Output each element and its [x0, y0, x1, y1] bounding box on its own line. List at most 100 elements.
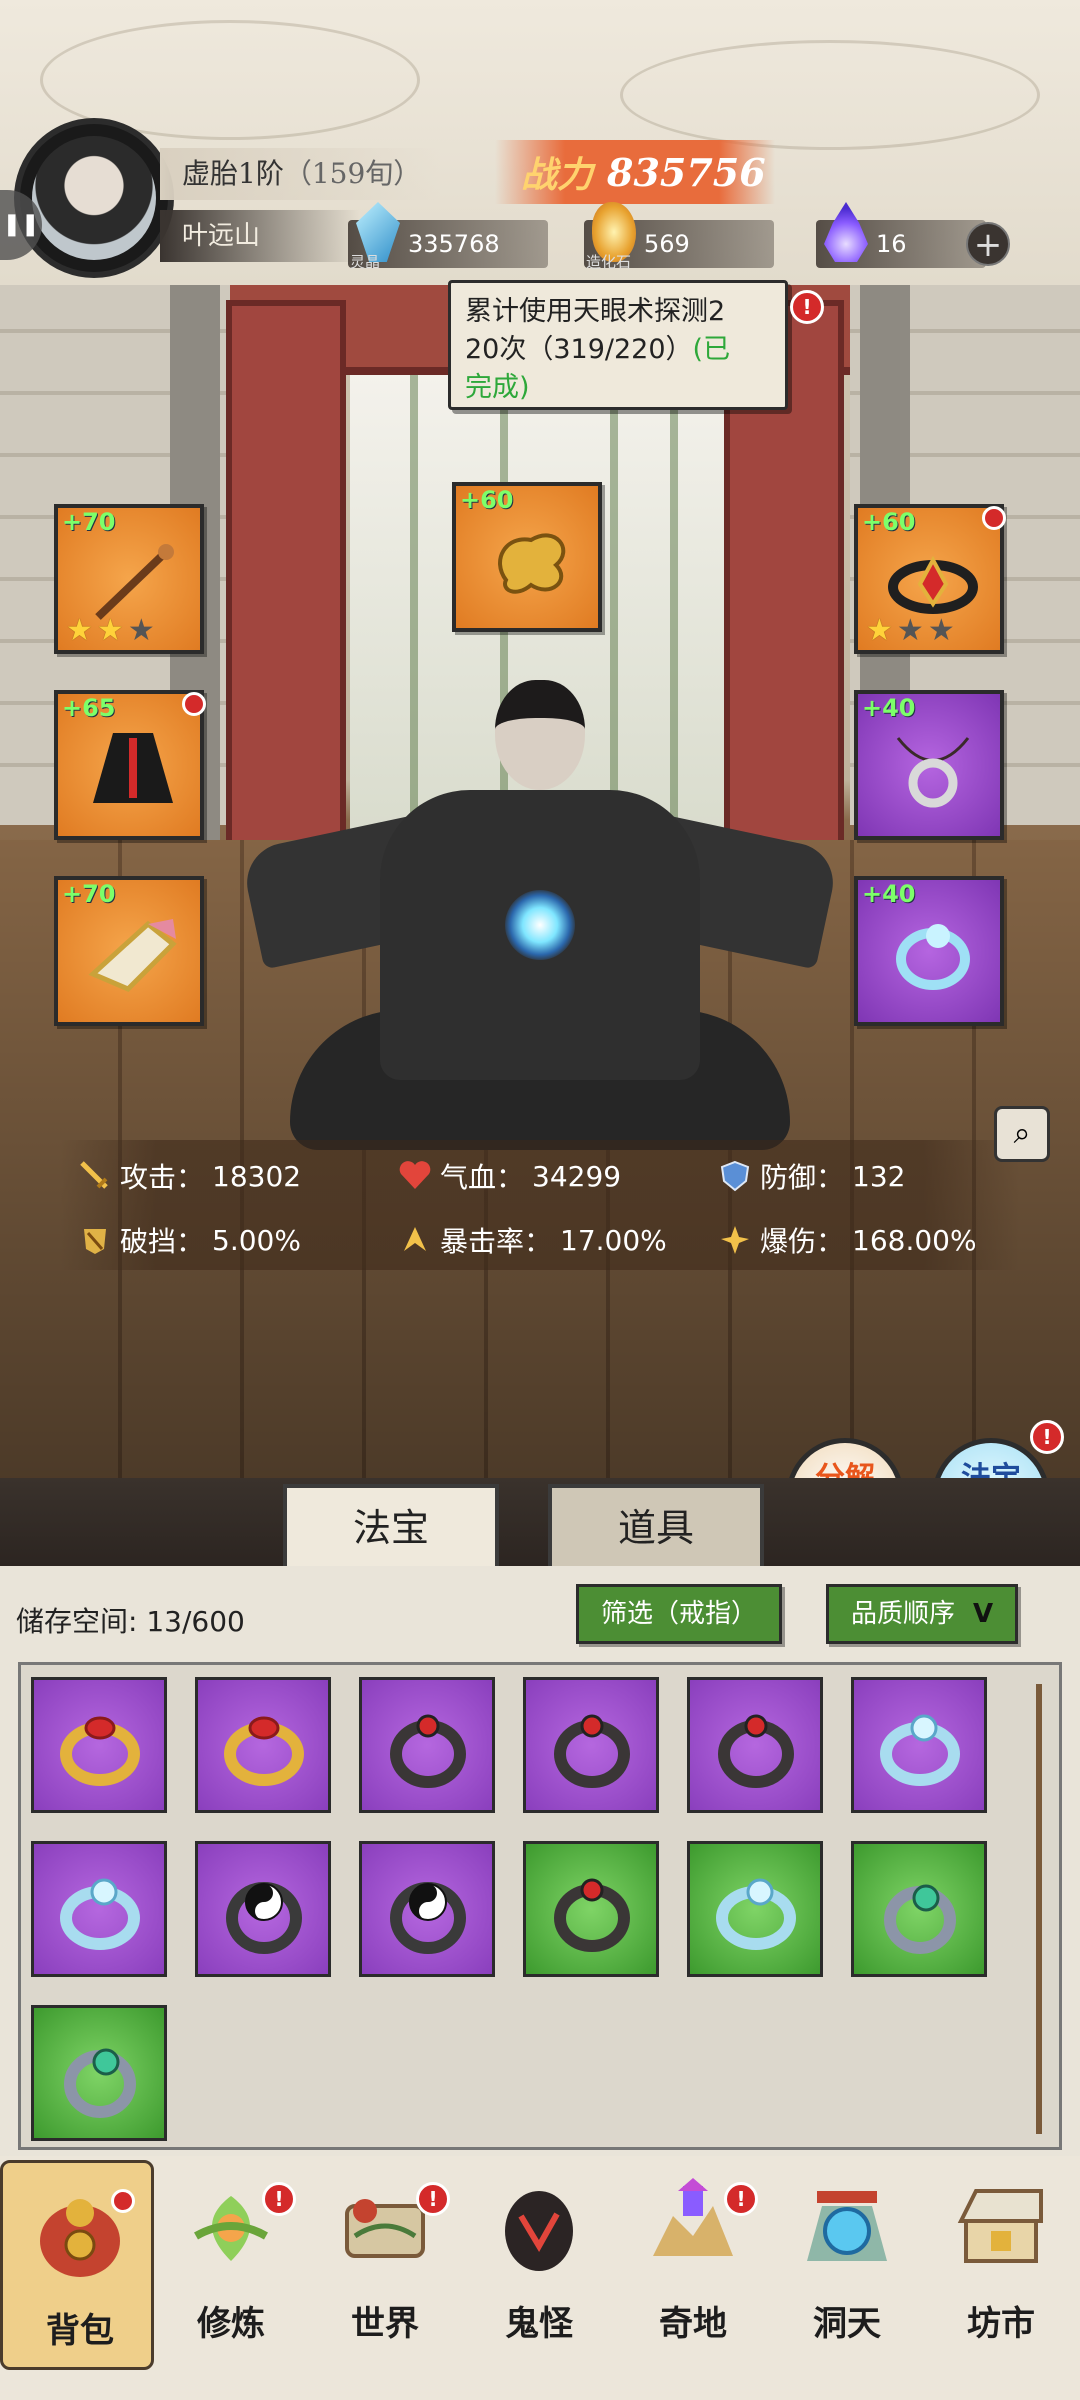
player-avatar[interactable] — [14, 118, 174, 278]
nav-alert-badge — [111, 2189, 135, 2213]
pause-icon: ❚❚ — [2, 212, 40, 237]
synthesize-alert-badge: ! — [1030, 1420, 1064, 1454]
ghost-icon — [505, 2191, 573, 2271]
tab-treasure[interactable]: 法宝 — [283, 1484, 499, 1566]
filter-label: 筛选（戒指） — [601, 1599, 758, 1629]
storage-capacity: 储存空间: 13/600 — [16, 1600, 245, 1640]
character-head — [495, 680, 585, 790]
inventory-item[interactable] — [195, 1841, 331, 1977]
inventory-panel: 储存空间: 13/600 筛选（戒指） 品质顺序 V — [0, 1566, 1080, 2156]
plus-icon: + — [973, 225, 1003, 265]
stat-label: 暴击率： — [440, 1225, 553, 1258]
inspect-button[interactable]: ⌕ — [994, 1106, 1050, 1162]
ring-icon — [884, 1884, 956, 1954]
robe-icon — [93, 733, 173, 803]
star-icon: ★ — [896, 613, 924, 648]
quest-status-cont: 完成) — [465, 372, 530, 403]
stat-defense: 防御： 132 — [718, 1156, 905, 1196]
stat-break: 破挡： 5.00% — [78, 1220, 301, 1260]
quest-status: (已 — [692, 334, 731, 365]
stat-hp: 气血： 34299 — [398, 1156, 621, 1196]
add-resource-button[interactable]: + — [966, 222, 1010, 266]
nav-item[interactable]: 背包 — [0, 2160, 154, 2370]
inventory-item[interactable] — [523, 1841, 659, 1977]
inventory-item[interactable] — [687, 1677, 823, 1813]
nav-label: 鬼怪 — [505, 2304, 573, 2344]
ring-icon — [226, 1882, 302, 1954]
nav-item[interactable]: 修炼! — [154, 2156, 308, 2400]
stat-label: 防御： — [760, 1161, 845, 1194]
name-plate: 叶远山 — [160, 210, 360, 262]
bottom-navigation: 背包 修炼! 世界! 鬼怪 奇地! 洞天 坊市 — [0, 2156, 1080, 2400]
cave-heaven-icon — [807, 2191, 887, 2261]
star-icon: ★ — [866, 613, 893, 648]
resource-value: 569 — [644, 230, 690, 258]
chevron-down-icon: V — [973, 1599, 994, 1629]
equip-slot-weapon[interactable]: +70 ★ ★ ★ — [54, 504, 204, 654]
nav-label: 修炼 — [197, 2304, 265, 2344]
resource-creation-stone[interactable]: 造化石 569 — [584, 202, 774, 271]
nav-item[interactable]: 坊市 — [924, 2156, 1078, 2400]
sort-label: 品质顺序 — [851, 1599, 956, 1629]
stat-value: 168.00% — [852, 1223, 977, 1257]
star-icon: ★ — [927, 613, 955, 648]
equip-slot-crown[interactable]: +60 ★ ★ ★ — [854, 504, 1004, 654]
equip-slot-ring[interactable]: +40 — [854, 876, 1004, 1026]
nav-label: 世界 — [351, 2304, 419, 2344]
alert-dot — [982, 506, 1006, 530]
quest-panel[interactable]: 累计使用天眼术探测2 20次（319/220）(已 完成) — [448, 280, 788, 410]
ring-icon — [554, 1714, 630, 1788]
inventory-item[interactable] — [523, 1677, 659, 1813]
crown-icon — [888, 555, 978, 614]
equip-slot-necklace[interactable]: +40 — [854, 690, 1004, 840]
realm-plate: 虚胎1阶（159旬） — [160, 148, 440, 200]
inventory-item[interactable] — [851, 1841, 987, 1977]
filter-button[interactable]: 筛选（戒指） — [576, 1584, 783, 1644]
inventory-item[interactable] — [195, 1677, 331, 1813]
ring-icon — [554, 1878, 630, 1952]
inventory-scrollbar[interactable] — [1036, 1684, 1042, 2134]
break-icon — [84, 1229, 106, 1254]
boots-icon — [88, 919, 177, 992]
nav-item[interactable]: 世界! — [308, 2156, 462, 2400]
meditating-character — [239, 680, 841, 1160]
ring-icon — [60, 1878, 140, 1950]
nav-item[interactable]: 奇地! — [616, 2156, 770, 2400]
resource-spirit-flame[interactable]: 16 — [816, 202, 986, 268]
spirit-orb — [505, 890, 575, 960]
stat-value: 132 — [852, 1159, 906, 1193]
crit-icon — [404, 1227, 426, 1251]
nav-label: 坊市 — [967, 2304, 1035, 2344]
inventory-item[interactable] — [359, 1841, 495, 1977]
stat-crit-damage: 爆伤： 168.00% — [718, 1220, 977, 1260]
nav-item[interactable]: 洞天 — [770, 2156, 924, 2400]
nav-alert-badge: ! — [262, 2182, 296, 2216]
equip-bonus: +40 — [862, 880, 916, 908]
inventory-item[interactable] — [31, 1841, 167, 1977]
ring-icon — [718, 1714, 794, 1788]
inventory-item[interactable] — [851, 1677, 987, 1813]
equip-slot-robe[interactable]: +65 — [54, 690, 204, 840]
tab-items[interactable]: 道具 — [548, 1484, 764, 1566]
nav-item[interactable]: 鬼怪 — [462, 2156, 616, 2400]
sort-dropdown[interactable]: 品质顺序 V — [826, 1584, 1019, 1644]
ring-icon — [390, 1882, 466, 1954]
ring-icon — [60, 1716, 140, 1786]
ring-icon — [390, 1714, 466, 1788]
inventory-item[interactable] — [359, 1677, 495, 1813]
combat-power: 战力 835756 — [495, 140, 775, 204]
equip-slot-center[interactable]: +60 — [452, 482, 602, 632]
stat-value: 18302 — [212, 1159, 302, 1193]
resource-crystal[interactable]: 灵晶 335768 — [348, 202, 548, 271]
inventory-item[interactable] — [31, 2005, 167, 2141]
sword-icon — [80, 1161, 108, 1189]
stat-label: 爆伤： — [760, 1225, 845, 1258]
storage-label: 储存空间: — [16, 1605, 138, 1638]
alert-dot — [182, 692, 206, 716]
inventory-grid — [18, 1662, 1062, 2150]
inventory-item[interactable] — [31, 1677, 167, 1813]
stat-value: 17.00% — [560, 1223, 667, 1257]
equip-slot-boots[interactable]: +70 — [54, 876, 204, 1026]
resource-value: 335768 — [408, 230, 500, 258]
inventory-item[interactable] — [687, 1841, 823, 1977]
